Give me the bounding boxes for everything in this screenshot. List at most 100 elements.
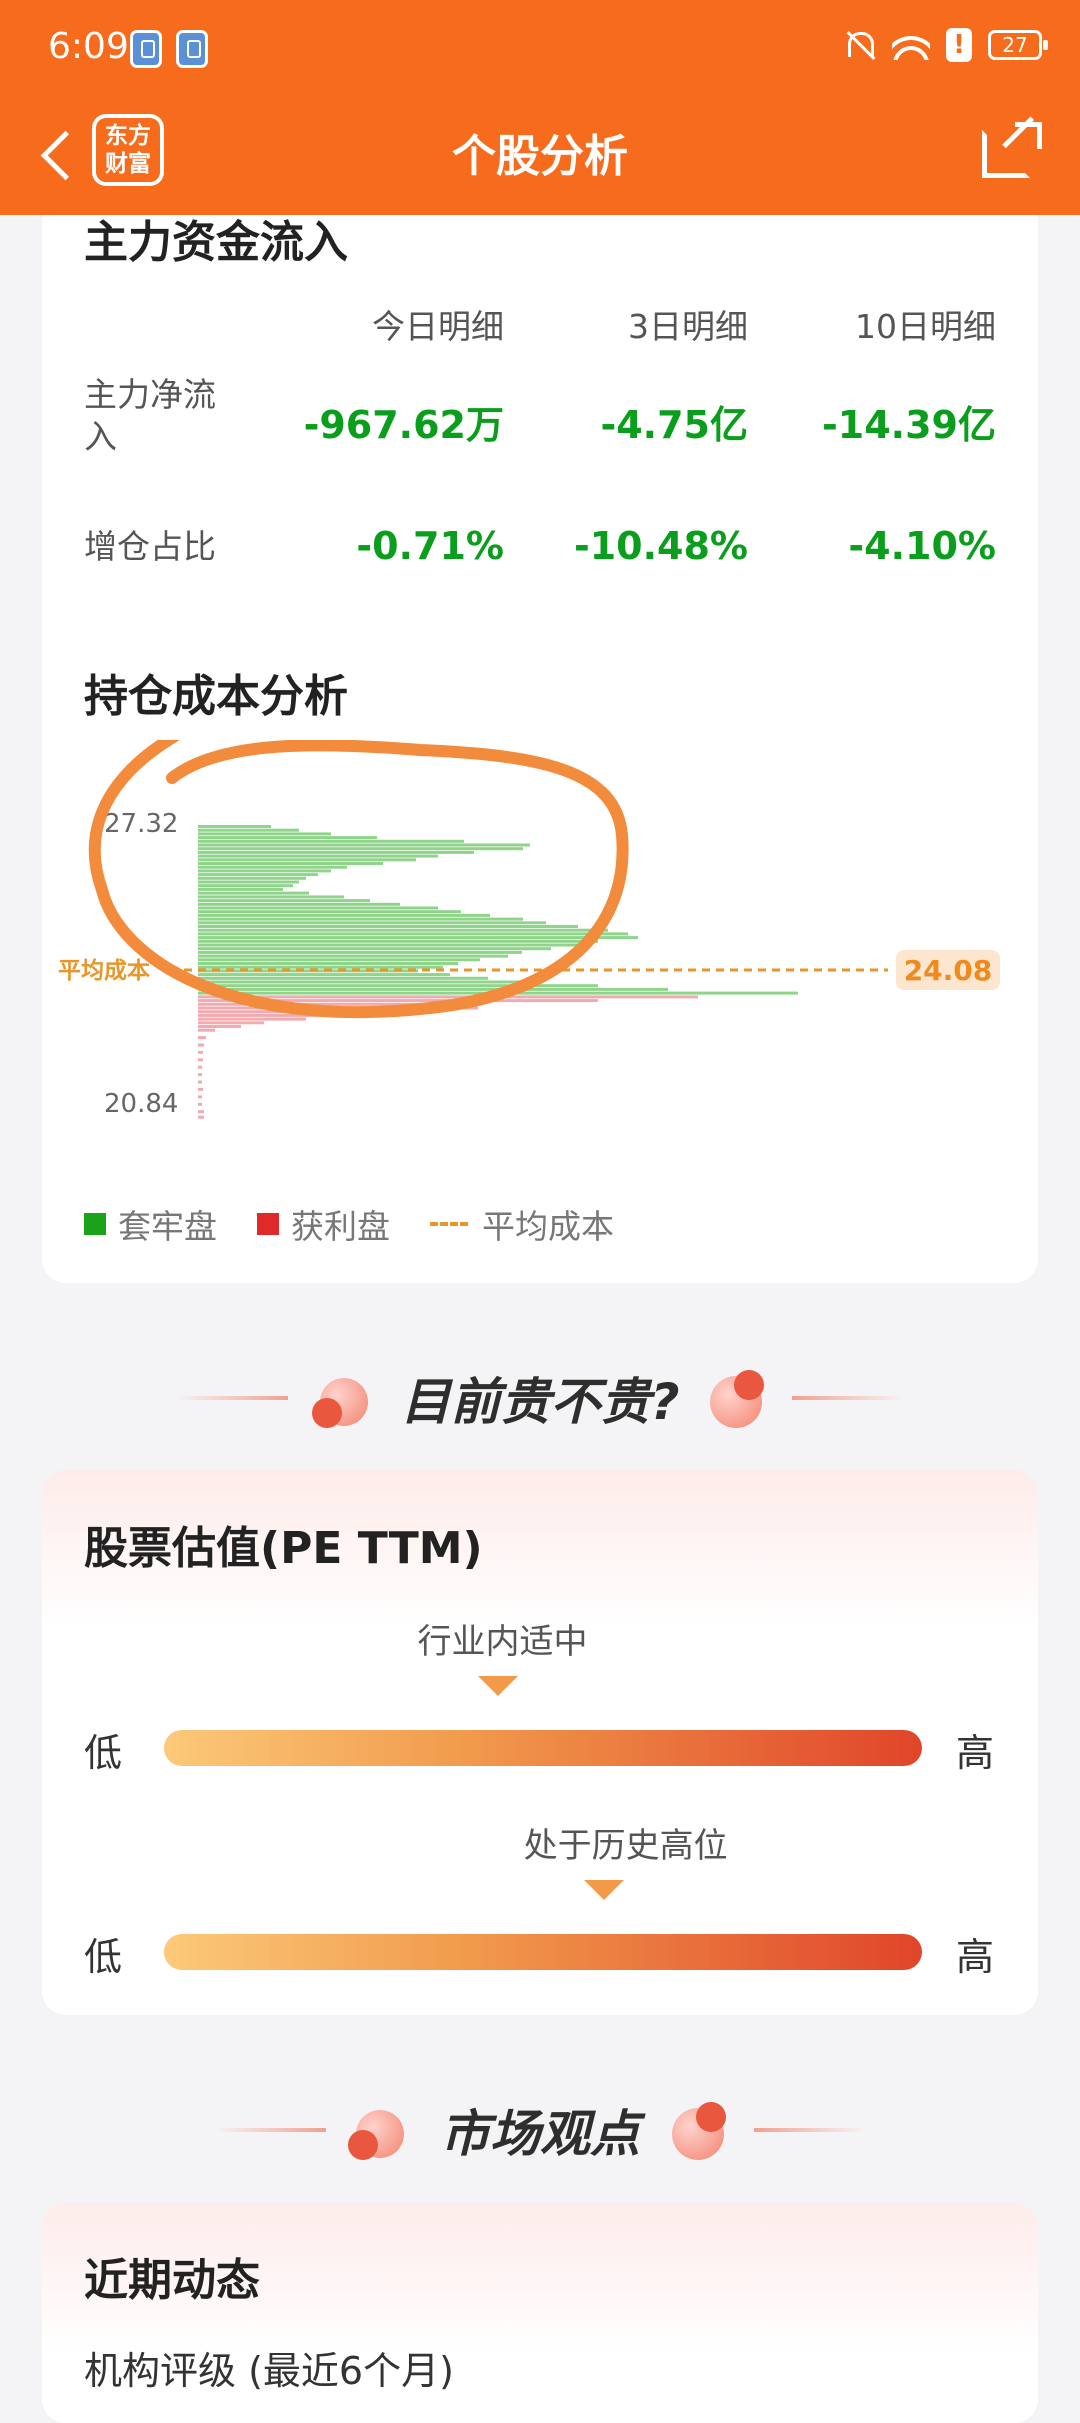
legend-avg-swatch (430, 1222, 468, 1226)
trapped-bar (198, 839, 464, 843)
rating-link[interactable]: 机构评级 (最近6个月) (84, 2340, 454, 2395)
decor-ball-icon (734, 1370, 764, 1400)
trapped-bar (198, 943, 578, 947)
trapped-bar (198, 880, 299, 884)
industry-high-label: 高 (956, 1731, 995, 1775)
trapped-bar (198, 973, 450, 977)
average-cost-value: 24.08 (904, 954, 993, 987)
profit-bar (198, 1065, 202, 1069)
industry-low-label: 低 (84, 1731, 123, 1775)
position-ratio-today: -0.71% (356, 524, 504, 568)
legend-avg-label: 平均成本 (482, 1207, 614, 1246)
profit-bar (198, 1115, 204, 1119)
trapped-bar (198, 854, 438, 858)
trapped-bar (198, 987, 668, 991)
trapped-bar (198, 869, 331, 873)
trapped-bar (198, 825, 271, 828)
trapped-bar (198, 947, 551, 951)
recent-title: 近期动态 (84, 2255, 260, 2306)
banner-price-title: 目前贵不贵? (400, 1373, 680, 1431)
sim-card-icon (176, 30, 208, 68)
trapped-bar (198, 980, 528, 984)
trapped-bar (198, 850, 474, 854)
capital-flow-title: 主力资金流入 (84, 217, 348, 268)
trapped-bar (198, 873, 318, 877)
trapped-bar (198, 965, 443, 969)
trapped-bar (198, 910, 461, 914)
status-bar: 6:09 ! 27 (0, 0, 1080, 100)
net-inflow-3day: -4.75亿 (600, 403, 748, 447)
history-low-label: 低 (84, 1935, 123, 1979)
trapped-bar (198, 899, 370, 903)
trapped-bar (198, 976, 488, 980)
trapped-bar (198, 921, 546, 925)
banner-line-right (754, 2128, 866, 2132)
mute-bell-icon (842, 28, 876, 62)
cost-distribution-chart: 27.32 20.84 平均成本 24.08 (58, 740, 1000, 1119)
history-marker-icon (583, 1880, 624, 1900)
trapped-bar (198, 928, 608, 932)
trapped-bar (198, 917, 523, 921)
profit-bar (198, 995, 698, 999)
share-icon[interactable] (978, 118, 1044, 184)
trapped-bar (198, 828, 299, 832)
position-ratio-3day: -10.48% (573, 524, 748, 568)
trapped-bar (198, 843, 530, 847)
trapped-bar (198, 925, 578, 928)
legend-trapped-label: 套牢盘 (118, 1207, 217, 1246)
history-high-label: 高 (956, 1935, 995, 1979)
trapped-bar (198, 858, 416, 862)
nav-bar: 东方 财富 个股分析 (0, 100, 1080, 215)
net-inflow-10day: -14.39亿 (822, 403, 996, 447)
row-label-position-ratio: 增仓占比 (84, 527, 216, 566)
profit-bar (198, 1021, 264, 1025)
trapped-bar (198, 902, 400, 906)
col-3day: 3日明细 (628, 307, 748, 346)
history-valuation-gauge (164, 1934, 922, 1970)
trapped-bar (198, 906, 438, 910)
chart-legend: 套牢盘 获利盘 平均成本 (84, 1200, 614, 1248)
trapped-bar (198, 876, 306, 880)
profit-bar (198, 1017, 306, 1021)
trapped-bar (198, 939, 598, 943)
history-position-label: 处于历史高位 (523, 1826, 728, 1866)
industry-position-label: 行业内适中 (417, 1622, 588, 1662)
col-10day: 10日明细 (855, 307, 996, 346)
trapped-bar (198, 895, 344, 899)
trapped-bar (198, 832, 331, 836)
trapped-bar (198, 847, 523, 851)
profit-bar (198, 1095, 202, 1099)
average-cost-label: 平均成本 (58, 957, 150, 984)
trapped-bar (198, 958, 480, 962)
col-today: 今日明细 (372, 307, 504, 346)
y-tick-bottom: 20.84 (104, 1089, 178, 1119)
status-time: 6:09 (48, 26, 129, 67)
page-title: 个股分析 (452, 131, 628, 182)
trapped-bar (198, 865, 347, 869)
trapped-bar (198, 884, 293, 888)
profit-bar (198, 1058, 203, 1062)
profit-bar (198, 1087, 203, 1091)
net-inflow-today: -967.62万 (303, 403, 504, 447)
trapped-bar (198, 862, 383, 865)
industry-valuation-gauge (164, 1730, 922, 1766)
trapped-bar (198, 962, 458, 965)
profit-bar (198, 1028, 215, 1032)
legend-trapped-swatch (84, 1213, 106, 1235)
trapped-bar (198, 954, 508, 958)
profit-bar (198, 1036, 206, 1040)
alert-icon: ! (946, 28, 972, 62)
sim-card-icon (130, 30, 162, 68)
profit-bar (198, 1073, 202, 1077)
profit-bar (198, 1110, 204, 1114)
battery-icon: 27 (988, 30, 1048, 60)
profit-bar (198, 1102, 202, 1106)
trapped-bar (198, 913, 490, 917)
legend-profit-swatch (257, 1213, 279, 1235)
section-banner-market: 市场观点 (0, 2090, 1080, 2170)
decor-ball-icon (696, 2102, 726, 2132)
trapped-bar (198, 936, 638, 940)
banner-line-right (792, 1396, 904, 1400)
industry-marker-icon (477, 1676, 518, 1696)
banner-market-title: 市场观点 (440, 2105, 640, 2163)
